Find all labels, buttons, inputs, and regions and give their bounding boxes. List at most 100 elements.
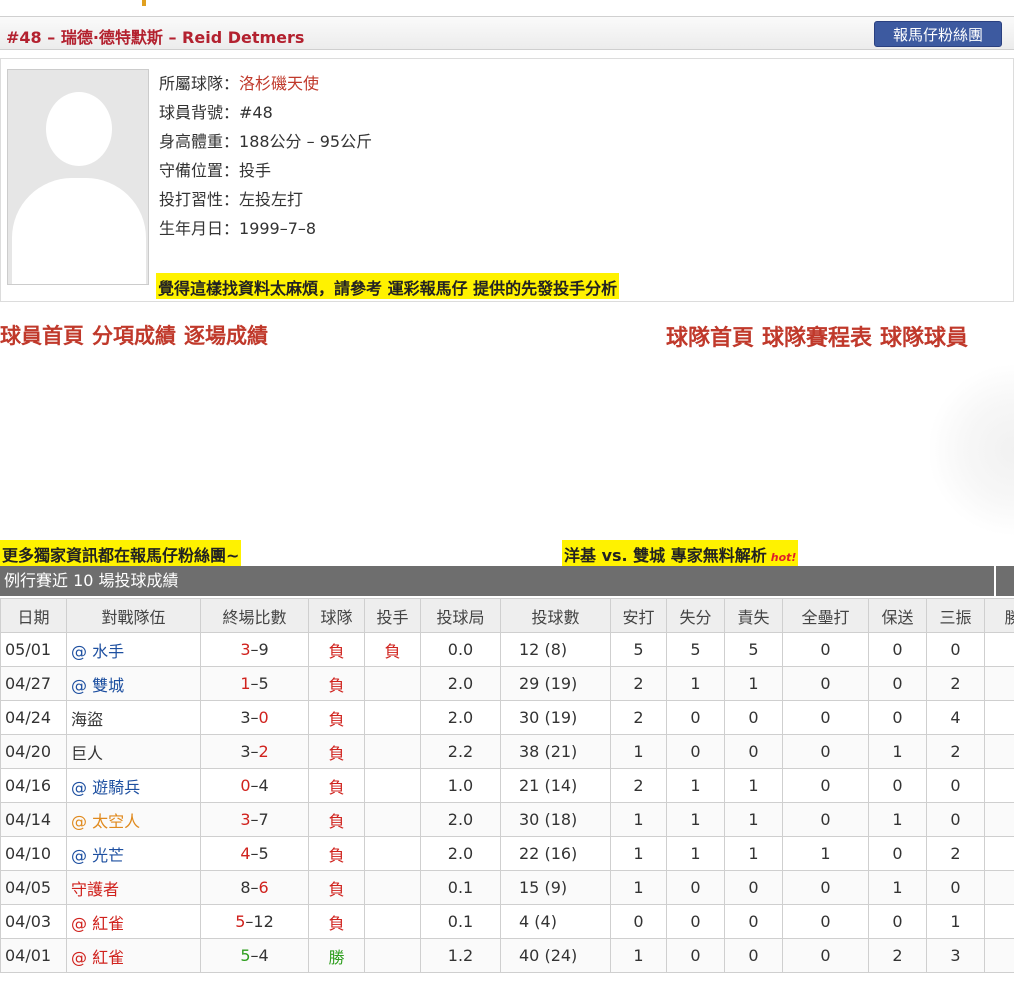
- opponent-link[interactable]: 海盜: [71, 710, 103, 729]
- cell-win: [984, 632, 1014, 667]
- cell-walks-value: 1: [892, 878, 903, 897]
- table-header-row: 日期 對戰隊伍 終場比數 球隊 投手 投球局 投球數 安打 失分 責失 全壘打 …: [0, 598, 1014, 633]
- score-opponent: 4: [258, 776, 269, 795]
- opponent-link[interactable]: 巨人: [71, 744, 103, 763]
- cell-pitch-count-value: 4 (4): [519, 912, 557, 931]
- opponent-link[interactable]: 紅雀: [92, 948, 124, 967]
- score-opponent: 7: [258, 810, 269, 829]
- col-header: 投球局: [420, 598, 501, 633]
- opponent-link[interactable]: 紅雀: [92, 914, 124, 933]
- cell-hits: 1: [610, 870, 667, 905]
- team-result: 負: [328, 845, 345, 865]
- fan-club-promo-link[interactable]: 更多獨家資訊都在報馬仔粉絲團~: [0, 540, 242, 566]
- cell-innings: 2.0: [420, 700, 501, 735]
- cell-innings-value: 1.2: [447, 946, 474, 965]
- cell-opponent: @ 雙城: [66, 666, 201, 701]
- cell-strikeouts-value: 0: [950, 776, 961, 795]
- cell-pitch-count: 12 (8): [500, 632, 611, 667]
- cell-hits-value: 1: [633, 742, 644, 761]
- stats-table-title-tail: [996, 566, 1014, 596]
- player-info: 所屬球隊：洛杉磯天使 球員背號：#48 身高體重：188公分 – 95公斤 守備…: [159, 69, 372, 243]
- cell-hits-value: 1: [633, 946, 644, 965]
- cell-opponent: @ 紅雀: [66, 904, 201, 939]
- cell-innings: 1.2: [420, 938, 501, 973]
- opponent-link[interactable]: 雙城: [92, 676, 124, 695]
- score-team: 3: [240, 742, 251, 761]
- opponent-link[interactable]: 守護者: [71, 880, 119, 899]
- pitcher-analysis-link[interactable]: 覺得這樣找資料太麻煩，請參考 運彩報馬仔 提供的先發投手分析: [156, 273, 620, 299]
- cell-innings: 2.2: [420, 734, 501, 769]
- cell-earned-runs: 1: [724, 836, 783, 871]
- cell-pitch-count-value: 30 (19): [519, 708, 578, 727]
- cell-runs: 0: [666, 734, 725, 769]
- cell-team-result: 負: [308, 734, 365, 769]
- cell-earned-runs: 1: [724, 768, 783, 803]
- cell-walks: 0: [868, 904, 927, 939]
- cell-hits-value: 1: [633, 844, 644, 863]
- opponent-link[interactable]: 遊騎兵: [92, 778, 140, 797]
- team-link[interactable]: 洛杉磯天使: [239, 74, 319, 93]
- info-number: 球員背號：#48: [159, 98, 372, 127]
- nav-team-schedule[interactable]: 球隊賽程表: [762, 326, 872, 351]
- cell-walks-value: 0: [892, 776, 903, 795]
- expert-analysis-link[interactable]: 洋基 vs. 雙城 專家無料解析 hot!: [562, 540, 799, 566]
- table-row: 04/20 巨人 3–2 負 2.2 38 (21) 1 0 0 0 1 2: [0, 734, 1014, 769]
- cell-runs: 1: [666, 836, 725, 871]
- table-row: 04/05 守護者 8–6 負 0.1 15 (9) 1 0 0 0 1 0: [0, 870, 1014, 905]
- away-marker: @: [71, 811, 87, 831]
- cell-earned-runs: 0: [724, 938, 783, 973]
- nav-game-log[interactable]: 逐場成績: [184, 324, 268, 348]
- cell-walks: 1: [868, 802, 927, 837]
- cell-team-result: 負: [308, 666, 365, 701]
- cell-hits-value: 5: [633, 640, 644, 659]
- nav-team-home[interactable]: 球隊首頁: [666, 326, 754, 351]
- cell-win: [984, 700, 1014, 735]
- team-result: 負: [328, 777, 345, 797]
- cell-innings-value: 2.2: [447, 742, 474, 761]
- opponent-link[interactable]: 水手: [92, 642, 124, 661]
- cell-walks-value: 2: [892, 946, 903, 965]
- date-text: 04/03: [5, 912, 52, 931]
- player-nav: 球員首頁 分項成績 逐場成績: [0, 320, 276, 350]
- cell-pitch-count-value: 29 (19): [519, 674, 578, 693]
- cell-hits: 1: [610, 836, 667, 871]
- cell-runs: 0: [666, 904, 725, 939]
- score-opponent: 0: [258, 708, 269, 727]
- cell-win: [984, 768, 1014, 803]
- cell-home-runs-value: 1: [820, 844, 831, 863]
- cell-earned-runs-value: 1: [748, 810, 759, 829]
- cell-home-runs-value: 0: [820, 742, 831, 761]
- cell-pitch-count-value: 38 (21): [519, 742, 578, 761]
- cell-walks: 0: [868, 836, 927, 871]
- cell-pitch-count-value: 22 (16): [519, 844, 578, 863]
- nav-team-roster[interactable]: 球隊球員: [880, 326, 968, 351]
- cell-earned-runs-value: 0: [748, 912, 759, 931]
- info-team: 所屬球隊：洛杉磯天使: [159, 69, 372, 98]
- avatar-body-shape: [12, 178, 146, 284]
- score-team: 5: [240, 946, 251, 965]
- score-opponent: 5: [258, 844, 269, 863]
- pitching-log-table: 日期 對戰隊伍 終場比數 球隊 投手 投球局 投球數 安打 失分 責失 全壘打 …: [0, 598, 1014, 973]
- nav-player-home[interactable]: 球員首頁: [0, 324, 84, 348]
- info-value: 左投左打: [239, 190, 304, 209]
- opponent-link[interactable]: 太空人: [92, 812, 140, 831]
- cell-final-score: 4–5: [200, 836, 309, 871]
- fan-club-button[interactable]: 報馬仔粉絲團: [874, 21, 1002, 47]
- cell-earned-runs-value: 1: [748, 844, 759, 863]
- col-header: 全壘打: [782, 598, 869, 633]
- date-text: 05/01: [5, 640, 52, 659]
- away-marker: @: [71, 913, 87, 933]
- cell-hits: 1: [610, 802, 667, 837]
- opponent-link[interactable]: 光芒: [92, 846, 124, 865]
- cell-date: 04/05: [0, 870, 67, 905]
- cell-strikeouts: 4: [926, 700, 985, 735]
- cell-home-runs: 0: [782, 802, 869, 837]
- cell-pitch-count-value: 30 (18): [519, 810, 578, 829]
- nav-split-stats[interactable]: 分項成績: [92, 324, 176, 348]
- cell-team-result: 負: [308, 700, 365, 735]
- cell-team-result: 負: [308, 836, 365, 871]
- cell-innings: 0.1: [420, 904, 501, 939]
- cell-earned-runs: 0: [724, 870, 783, 905]
- cell-team-result: 勝: [308, 938, 365, 973]
- cell-walks: 2: [868, 938, 927, 973]
